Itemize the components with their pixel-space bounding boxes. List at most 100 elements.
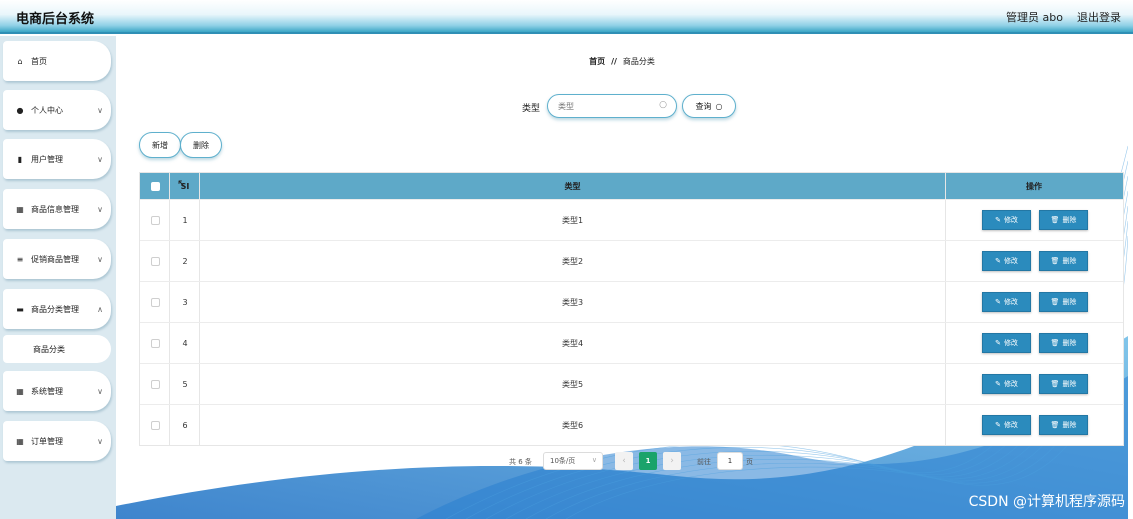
- goto-page-input[interactable]: [717, 452, 743, 470]
- chevron-down-icon: ∨: [97, 105, 103, 115]
- delete-button-label: 删除: [1062, 421, 1077, 429]
- row-type: 类型2: [561, 257, 584, 266]
- next-page-button[interactable]: ›: [663, 452, 681, 470]
- edit-button[interactable]: ✎ 修改: [982, 415, 1031, 435]
- delete-button-label: 删除: [1062, 380, 1077, 388]
- sidebar-item-label: 促销商品管理: [31, 254, 79, 264]
- edit-button[interactable]: ✎ 修改: [982, 292, 1031, 312]
- row-select-cell: [140, 241, 170, 282]
- select-all-checkbox[interactable]: [150, 181, 160, 191]
- main-content: 首页//商品分类 类型 ○ 查询 ○ 新增 删除 SI 类型 操作 1 类型1 …: [116, 36, 1128, 519]
- logout-link[interactable]: 退出登录: [1077, 9, 1121, 25]
- grid-icon: ▦: [16, 204, 24, 214]
- edit-button-label: 修改: [1003, 298, 1018, 306]
- goto-label: 前往: [697, 458, 711, 466]
- column-header-actions: 操作: [1026, 181, 1042, 191]
- sidebar-item-users[interactable]: ▮ 用户管理 ∨: [3, 139, 111, 179]
- box-icon: ▬: [16, 304, 24, 314]
- table-header: SI 类型 操作: [140, 173, 1123, 199]
- sidebar-subitem-category[interactable]: 商品分类: [3, 335, 111, 363]
- page-size-select[interactable]: 10条/页 ∨: [543, 452, 603, 470]
- edit-button[interactable]: ✎ 修改: [982, 374, 1031, 394]
- table-row: 4 类型4 ✎ 修改 🗑 删除: [140, 322, 1123, 363]
- row-checkbox[interactable]: [150, 216, 160, 225]
- sidebar-item-product-info[interactable]: ▦ 商品信息管理 ∨: [3, 189, 111, 229]
- chevron-down-icon: ∨: [97, 436, 103, 446]
- sidebar-item-category[interactable]: ▬ 商品分类管理 ∧: [3, 289, 111, 329]
- edit-button[interactable]: ✎ 修改: [982, 210, 1031, 230]
- edit-button[interactable]: ✎ 修改: [982, 333, 1031, 353]
- breadcrumb-current: 商品分类: [622, 57, 655, 66]
- search-label: 类型: [522, 104, 541, 114]
- row-checkbox[interactable]: [150, 380, 160, 389]
- row-checkbox[interactable]: [150, 339, 160, 348]
- query-button-label: 查询: [695, 101, 712, 111]
- add-button[interactable]: 新增: [139, 132, 181, 158]
- user-icon: ●: [16, 105, 24, 115]
- delete-button[interactable]: 🗑 删除: [1039, 210, 1088, 230]
- type-search-input[interactable]: [558, 96, 658, 116]
- delete-button[interactable]: 🗑 删除: [1039, 251, 1088, 271]
- sidebar-item-label: 商品信息管理: [31, 204, 79, 214]
- users-icon: ▮: [17, 154, 23, 164]
- sidebar-item-personal[interactable]: ● 个人中心 ∨: [3, 90, 111, 130]
- edit-button[interactable]: ✎ 修改: [982, 251, 1031, 271]
- edit-button-label: 修改: [1003, 339, 1018, 347]
- delete-button[interactable]: 🗑 删除: [1039, 333, 1088, 353]
- table-row: 6 类型6 ✎ 修改 🗑 删除: [140, 404, 1123, 445]
- row-select-cell: [140, 282, 170, 323]
- breadcrumb: 首页 // 商品分类: [116, 56, 1128, 67]
- page-suffix: 页: [746, 458, 753, 466]
- grid-icon: ▦: [16, 386, 24, 396]
- sidebar-item-home[interactable]: ⌂ 首页: [3, 41, 111, 81]
- trash-icon: 🗑: [1050, 216, 1060, 224]
- page-number-current[interactable]: 1: [639, 452, 657, 470]
- breadcrumb-home[interactable]: 首页: [589, 57, 605, 66]
- prev-page-button[interactable]: ‹: [615, 452, 633, 470]
- sidebar-item-promotion[interactable]: ≡ 促销商品管理 ∨: [3, 239, 111, 279]
- edit-icon: ✎: [995, 257, 1001, 265]
- row-checkbox[interactable]: [150, 298, 160, 307]
- row-index: 6: [182, 421, 188, 430]
- chevron-down-icon: ∨: [97, 204, 103, 214]
- row-type: 类型6: [561, 421, 584, 430]
- table-row: 3 类型3 ✎ 修改 🗑 删除: [140, 281, 1123, 322]
- row-index: 1: [182, 216, 188, 225]
- pagination-total: 共 6 条: [509, 458, 532, 466]
- trash-icon: 🗑: [1050, 257, 1060, 265]
- edit-button-label: 修改: [1003, 380, 1018, 388]
- delete-button[interactable]: 🗑 删除: [1039, 292, 1088, 312]
- delete-button-label: 删除: [1062, 339, 1077, 347]
- row-index: 5: [182, 380, 188, 389]
- row-checkbox[interactable]: [150, 421, 160, 430]
- delete-button[interactable]: 🗑 删除: [1039, 415, 1088, 435]
- sidebar-item-label: 商品分类管理: [31, 304, 79, 314]
- row-checkbox[interactable]: [150, 257, 160, 266]
- sidebar-item-orders[interactable]: ▦ 订单管理 ∨: [3, 421, 111, 461]
- breadcrumb-separator: //: [611, 57, 617, 66]
- batch-delete-button[interactable]: 删除: [180, 132, 222, 158]
- trash-icon: 🗑: [1050, 421, 1060, 429]
- edit-button-label: 修改: [1003, 216, 1018, 224]
- list-icon: ≡: [16, 254, 24, 264]
- select-all-cell: [140, 173, 170, 199]
- row-index: 2: [182, 257, 188, 266]
- table-row: 2 类型2 ✎ 修改 🗑 删除: [140, 240, 1123, 281]
- sidebar-item-label: 订单管理: [31, 436, 63, 446]
- row-select-cell: [140, 200, 170, 241]
- row-index: 4: [182, 339, 188, 348]
- app-title: 电商后台系统: [16, 12, 95, 27]
- chevron-up-icon: ∧: [97, 304, 103, 314]
- sidebar-item-system[interactable]: ▦ 系统管理 ∨: [3, 371, 111, 411]
- search-box: ○: [547, 94, 677, 118]
- row-select-cell: [140, 364, 170, 405]
- delete-button[interactable]: 🗑 删除: [1039, 374, 1088, 394]
- column-header-type[interactable]: 类型: [200, 173, 945, 199]
- row-select-cell: [140, 323, 170, 364]
- home-icon: ⌂: [17, 56, 23, 66]
- category-table: SI 类型 操作 1 类型1 ✎ 修改 🗑 删除 2 类型2 ✎ 修改 🗑 删除 3 类…: [139, 172, 1124, 446]
- row-type: 类型5: [561, 380, 584, 389]
- query-button[interactable]: 查询 ○: [682, 94, 736, 118]
- current-user[interactable]: 管理员 abo: [1006, 9, 1063, 25]
- sidebar-item-label: 首页: [31, 56, 47, 66]
